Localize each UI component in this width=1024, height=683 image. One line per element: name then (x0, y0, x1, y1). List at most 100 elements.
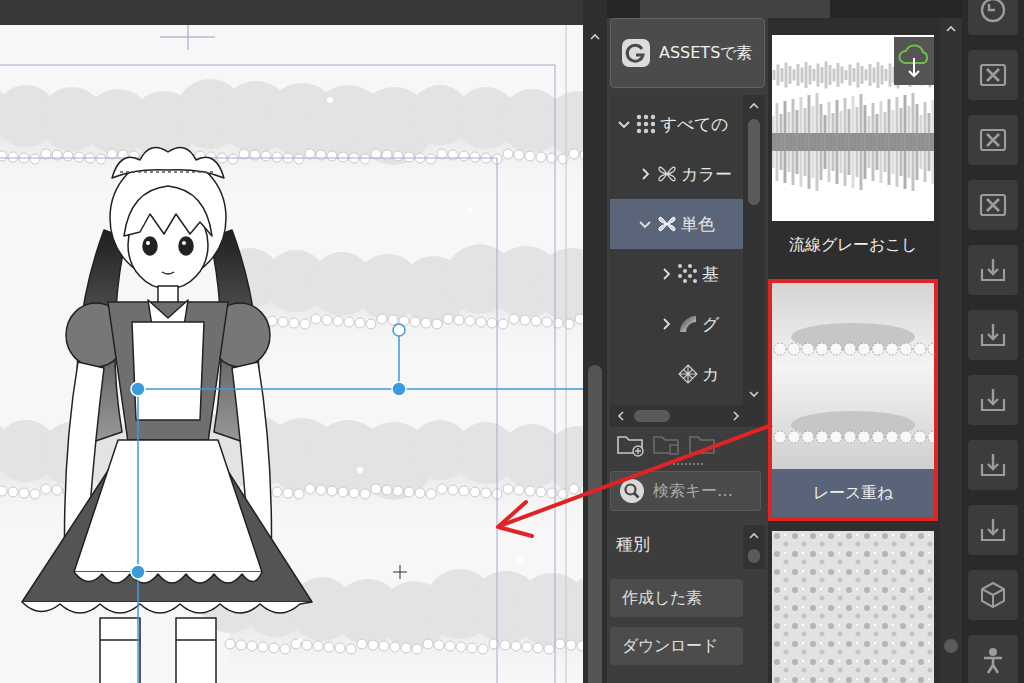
cube-icon (978, 580, 1008, 610)
download-badge[interactable] (894, 37, 934, 85)
tray-button[interactable] (968, 245, 1018, 295)
type-filter: 種別 作成した素ダウンロード (610, 525, 765, 665)
tray-button[interactable] (968, 505, 1018, 555)
xbox-icon (978, 60, 1008, 90)
command-bar (962, 0, 1024, 683)
rotate-handle[interactable] (393, 324, 405, 336)
material-item[interactable]: レース重ね (768, 279, 938, 521)
chevron-right-icon[interactable] (637, 166, 653, 182)
tray-icon (978, 320, 1008, 350)
canvas[interactable] (0, 25, 583, 683)
search-field[interactable]: 検索キー… (610, 471, 761, 511)
xbox-button[interactable] (968, 115, 1018, 165)
material-list: 流線グレーおこし レース重ね (768, 18, 940, 683)
canvas-top-bar (0, 0, 583, 25)
material-thumbnail (772, 283, 934, 469)
folder-panel: ASSETSで素 すべての カラー 単色 基 グ カ 検索キー… 種別 作成した… (607, 18, 765, 683)
assets-button[interactable]: ASSETSで素 (610, 18, 765, 88)
scroll-right-icon[interactable] (729, 409, 743, 423)
restore-button[interactable] (968, 0, 1018, 35)
app-window: ASSETSで素 すべての カラー 単色 基 グ カ 検索キー… 種別 作成した… (0, 0, 1024, 683)
scroll-up-icon[interactable] (747, 529, 761, 543)
material-palette: ASSETSで素 すべての カラー 単色 基 グ カ 検索キー… 種別 作成した… (607, 0, 962, 683)
scroll-thumb[interactable] (748, 119, 760, 205)
xbox-button[interactable] (968, 50, 1018, 100)
folder-tree: すべての カラー 単色 基 グ カ (610, 95, 765, 405)
material-thumbnail (772, 35, 934, 221)
material-label: 流線グレーおこし (772, 221, 934, 269)
person-button[interactable] (968, 635, 1018, 683)
annotation-arrow (0, 0, 1024, 683)
chevron-right-icon[interactable] (658, 266, 674, 282)
tree-item[interactable]: 基 (610, 249, 743, 299)
material-thumbnail (772, 531, 934, 683)
tray-icon (978, 255, 1008, 285)
all-folder-icon (636, 114, 656, 134)
scroll-thumb[interactable] (588, 365, 602, 683)
material-scrollbar[interactable] (940, 18, 962, 683)
assets-logo-icon (621, 38, 651, 68)
material-item[interactable] (768, 527, 938, 683)
tree-horizontal-scrollbar[interactable] (610, 405, 765, 427)
delete-folder-icon[interactable] (652, 431, 682, 457)
new-folder-icon[interactable] (616, 431, 646, 457)
tree-item[interactable]: カラー (610, 149, 743, 199)
tree-item[interactable]: グ (610, 299, 743, 349)
basic-folder-icon (678, 264, 698, 284)
xbox-icon (978, 125, 1008, 155)
tree-item[interactable]: すべての (610, 99, 743, 149)
origin-handle[interactable] (131, 382, 145, 396)
scroll-left-icon[interactable] (614, 409, 628, 423)
chevron-right-icon[interactable] (658, 316, 674, 332)
tree-item[interactable]: 単色 (610, 199, 743, 249)
scroll-up-icon[interactable] (588, 30, 602, 44)
tray-icon (978, 385, 1008, 415)
person-icon (978, 645, 1008, 675)
filter-scrollbar[interactable] (743, 525, 765, 569)
scroll-down-icon[interactable] (747, 387, 761, 401)
cloud-download-icon (897, 41, 931, 81)
tray-icon (978, 515, 1008, 545)
search-icon (619, 478, 645, 504)
tray-button[interactable] (968, 375, 1018, 425)
xbox-icon (978, 190, 1008, 220)
x-axis-handle[interactable] (392, 382, 406, 396)
tree-scrollbar[interactable] (743, 95, 765, 405)
canvas-area (0, 0, 583, 683)
maid-figure (22, 148, 312, 683)
material-label: レース重ね (772, 469, 934, 517)
palette-tab-bar (607, 0, 962, 18)
restore-icon (978, 0, 1008, 25)
color-folder-icon (657, 164, 677, 184)
canvas-scrollbar[interactable] (583, 0, 607, 683)
folder-actions (610, 427, 765, 461)
palette-tab[interactable] (640, 0, 830, 18)
tray-button[interactable] (968, 310, 1018, 360)
filter-button[interactable]: 作成した素 (610, 579, 743, 617)
scroll-thumb[interactable] (944, 639, 958, 653)
scroll-up-icon[interactable] (944, 22, 958, 36)
y-axis-handle[interactable] (131, 565, 145, 579)
chevron-down-icon[interactable] (637, 216, 653, 232)
filter-button[interactable]: ダウンロード (610, 627, 743, 665)
material-item[interactable]: 流線グレーおこし (768, 31, 938, 273)
xbox-button[interactable] (968, 180, 1018, 230)
splitter-grip[interactable] (673, 463, 703, 467)
flowers-preview (772, 531, 934, 683)
tray-icon (978, 450, 1008, 480)
illustration (0, 25, 583, 683)
scroll-thumb[interactable] (748, 549, 760, 563)
gradient-folder-icon (678, 314, 698, 334)
cube-button[interactable] (968, 570, 1018, 620)
scroll-up-icon[interactable] (747, 99, 761, 113)
material-list-panel: 流線グレーおこし レース重ね (768, 18, 962, 683)
tray-button[interactable] (968, 440, 1018, 490)
type-filter-label: 種別 (616, 525, 650, 556)
chevron-down-icon[interactable] (616, 116, 632, 132)
folder-icon[interactable] (688, 431, 718, 457)
tree-item[interactable]: カ (610, 349, 743, 399)
pattern-folder-icon (678, 364, 698, 384)
mono-folder-icon (657, 214, 677, 234)
transform-gizmo[interactable] (0, 25, 583, 683)
scroll-thumb[interactable] (634, 410, 670, 422)
